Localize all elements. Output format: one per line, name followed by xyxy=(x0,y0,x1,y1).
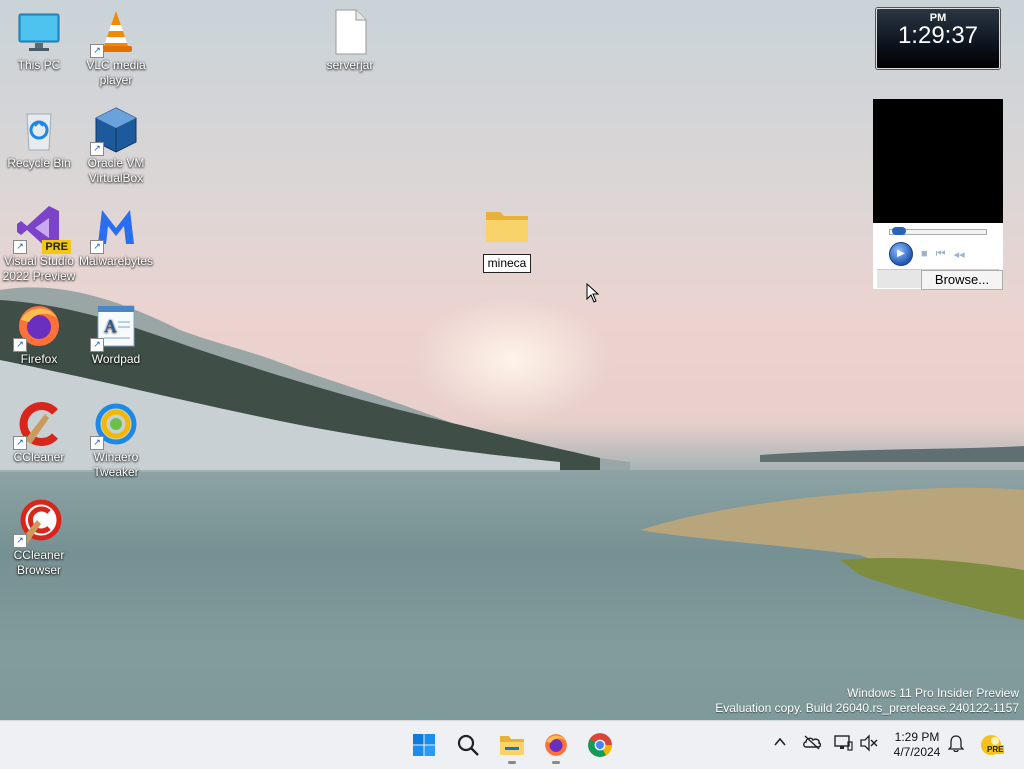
running-indicator xyxy=(552,761,560,764)
wordpad-icon: A ↗ xyxy=(90,302,140,352)
shortcut-arrow-icon: ↗ xyxy=(90,338,104,352)
folder-icon xyxy=(486,212,528,242)
desktop-icon-recycle-bin[interactable]: Recycle Bin xyxy=(0,106,78,171)
monitor-icon xyxy=(15,8,63,56)
watermark-line-1: Windows 11 Pro Insider Preview xyxy=(847,686,1019,700)
desktop-icon-label: Firefox xyxy=(20,352,58,366)
desktop-icon-label: Oracle VM VirtualBox xyxy=(87,156,145,185)
media-player-widget: ▶ ■ ⏮ ◂◂ Browse... xyxy=(873,99,1003,290)
desktop-icon-firefox[interactable]: ↗ Firefox xyxy=(0,302,78,367)
desktop-icon-ccleaner[interactable]: ↗ CCleaner xyxy=(0,400,78,465)
shortcut-arrow-icon: ↗ xyxy=(13,436,27,450)
shortcut-arrow-icon: ↗ xyxy=(13,240,27,254)
chrome-icon xyxy=(588,733,612,757)
desktop-icon-label: CCleaner Browser xyxy=(13,548,65,577)
desktop-icon-label: Recycle Bin xyxy=(7,156,71,170)
shortcut-arrow-icon: ↗ xyxy=(90,240,104,254)
file-explorer-icon xyxy=(500,736,524,755)
media-seek-knob[interactable] xyxy=(892,227,907,235)
desktop-icon-label: CCleaner xyxy=(13,450,65,464)
ccleaner-browser-icon: ↗ xyxy=(13,498,63,548)
taskbar-date: 4/7/2024 xyxy=(893,745,941,759)
recycle-bin-icon xyxy=(15,106,63,154)
notification-bell-icon[interactable] xyxy=(945,734,967,756)
previous-icon[interactable]: ⏮ xyxy=(936,248,946,261)
browse-button[interactable]: Browse... xyxy=(921,270,1003,290)
shortcut-arrow-icon: ↗ xyxy=(13,534,27,548)
ccleaner-icon: ↗ xyxy=(13,400,63,450)
search-icon xyxy=(457,734,479,756)
firefox-icon: ↗ xyxy=(13,302,63,352)
desktop-icon-label: This PC xyxy=(17,58,61,72)
media-controls: ▶ ■ ⏮ ◂◂ xyxy=(889,242,965,266)
desktop-icon-visual-studio[interactable]: PRE ↗ Visual Studio 2022 Preview xyxy=(0,204,78,284)
desktop-icon-wordpad[interactable]: A ↗ Wordpad xyxy=(77,302,155,367)
desktop-icon-label: Visual Studio 2022 Preview xyxy=(2,254,76,283)
desktop-icon-this-pc[interactable]: This PC xyxy=(0,8,78,73)
desktop-icon-vlc[interactable]: ↗ VLC media player xyxy=(77,8,155,88)
visual-studio-icon: PRE ↗ xyxy=(13,204,71,254)
rewind-icon[interactable]: ◂◂ xyxy=(954,248,965,261)
clock-time: 1:29:37 xyxy=(897,22,979,49)
show-hidden-icons-chevron-icon[interactable] xyxy=(769,734,791,756)
network-display-icon[interactable] xyxy=(832,734,854,756)
search-button[interactable] xyxy=(452,729,484,761)
taskbar-firefox[interactable] xyxy=(540,729,572,764)
dev-preview-badge-icon[interactable]: PRE xyxy=(980,734,1005,756)
winaero-icon: ↗ xyxy=(90,400,140,450)
desktop-icon-virtualbox[interactable]: ↗ Oracle VM VirtualBox xyxy=(77,106,155,186)
volume-muted-icon[interactable] xyxy=(858,734,880,756)
play-button[interactable]: ▶ xyxy=(889,242,913,266)
desktop-folder-new[interactable] xyxy=(484,206,530,246)
desktop-icon-label: serverjar xyxy=(326,58,374,72)
media-seek-bar[interactable] xyxy=(889,227,987,235)
taskbar-file-explorer[interactable] xyxy=(496,729,528,764)
shortcut-arrow-icon: ↗ xyxy=(90,44,104,58)
vlc-cone-icon: ↗ xyxy=(90,8,140,58)
clock-widget: PM 1:29:37 xyxy=(876,8,1000,69)
desktop-icon-serverjar[interactable]: serverjar xyxy=(311,8,389,73)
shortcut-arrow-icon: ↗ xyxy=(90,142,104,156)
folder-rename-input[interactable]: mineca xyxy=(483,254,531,273)
firefox-icon xyxy=(545,734,567,756)
taskbar-time: 1:29 PM xyxy=(894,730,940,744)
desktop-icon-ccleaner-browser[interactable]: ↗ CCleaner Browser xyxy=(0,498,78,578)
onedrive-icon[interactable] xyxy=(801,734,823,756)
start-button[interactable] xyxy=(408,729,440,761)
taskbar-clock[interactable]: 1:29 PM 4/7/2024 xyxy=(886,730,948,760)
taskbar-chrome[interactable] xyxy=(584,729,616,761)
media-video-area xyxy=(873,99,1003,223)
desktop-icon-label: Malwarebytes xyxy=(78,254,154,268)
media-browse-row: Browse... xyxy=(877,269,1003,290)
desktop-icon-label: VLC media player xyxy=(86,58,146,87)
svg-text:A: A xyxy=(104,316,117,336)
malwarebytes-icon: ↗ xyxy=(90,204,140,254)
desktop-icon-label: Winaero Tweaker xyxy=(93,450,139,479)
windows-start-icon xyxy=(413,734,435,756)
mouse-cursor-icon xyxy=(586,283,600,303)
desktop-icon-malwarebytes[interactable]: ↗ Malwarebytes xyxy=(77,204,155,269)
dev-preview-badge-text: PRE xyxy=(986,745,1005,754)
file-icon xyxy=(326,8,374,56)
desktop-icon-winaero-tweaker[interactable]: ↗ Winaero Tweaker xyxy=(77,400,155,480)
taskbar: 1:29 PM 4/7/2024 PRE xyxy=(0,720,1024,769)
virtualbox-icon: ↗ xyxy=(90,106,140,156)
desktop-icon-label: Wordpad xyxy=(91,352,141,366)
shortcut-arrow-icon: ↗ xyxy=(13,338,27,352)
shortcut-arrow-icon: ↗ xyxy=(90,436,104,450)
preview-badge: PRE xyxy=(42,240,71,254)
evaluation-watermark: Windows 11 Pro Insider Preview Evaluatio… xyxy=(715,686,1019,716)
watermark-line-2: Evaluation copy. Build 26040.rs_prerelea… xyxy=(715,701,1019,715)
running-indicator xyxy=(508,761,516,764)
stop-icon[interactable]: ■ xyxy=(921,248,928,260)
